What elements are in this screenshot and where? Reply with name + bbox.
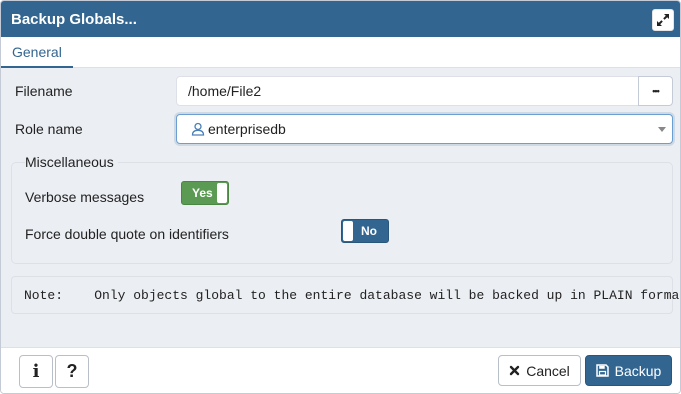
info-button[interactable]: i: [19, 355, 53, 388]
role-name-select[interactable]: enterprisedb: [176, 114, 673, 144]
dialog-titlebar[interactable]: Backup Globals...: [1, 1, 680, 37]
verbose-toggle-text: Yes: [192, 186, 213, 200]
cancel-button[interactable]: Cancel: [498, 355, 581, 386]
verbose-messages-label: Verbose messages: [25, 189, 145, 205]
browse-file-button[interactable]: •••: [638, 76, 673, 106]
dialog-content: Filename ••• Role name enterprisedb Misc…: [1, 68, 680, 347]
cancel-label: Cancel: [526, 362, 570, 379]
filename-input[interactable]: [176, 76, 639, 106]
dialog-footer: i ? Cancel Backup: [1, 347, 680, 393]
note-text: Note: Only objects global to the entire …: [24, 288, 681, 303]
help-button[interactable]: ?: [55, 355, 89, 388]
info-icon: i: [32, 361, 40, 382]
dialog-title: Backup Globals...: [11, 11, 137, 28]
maximize-button[interactable]: [652, 9, 674, 31]
floppy-disk-icon: [595, 364, 609, 377]
miscellaneous-legend: Miscellaneous: [25, 154, 118, 170]
ellipsis-icon: •••: [652, 86, 660, 96]
role-name-value: enterprisedb: [208, 121, 286, 137]
miscellaneous-fieldset: [11, 162, 673, 264]
force-double-quote-toggle[interactable]: No: [341, 219, 389, 243]
chevron-down-icon: [658, 127, 666, 132]
close-x-icon: [510, 365, 520, 376]
force-double-quote-label: Force double quote on identifiers: [25, 226, 229, 242]
filename-label: Filename: [15, 83, 73, 99]
backup-button[interactable]: Backup: [585, 355, 672, 386]
expand-arrows-icon: [657, 14, 669, 26]
tab-bar: General: [1, 37, 680, 68]
user-icon: [191, 122, 205, 136]
toggle-knob: [217, 183, 227, 203]
backup-globals-dialog: Backup Globals... General Filename ••• R…: [0, 0, 681, 394]
help-icon: ?: [66, 361, 78, 381]
role-name-label: Role name: [15, 121, 83, 137]
backup-label: Backup: [614, 362, 662, 379]
quote-toggle-text: No: [361, 224, 377, 238]
tab-general[interactable]: General: [1, 37, 73, 68]
verbose-messages-toggle[interactable]: Yes: [181, 181, 229, 205]
note-box: Note: Only objects global to the entire …: [11, 276, 680, 314]
toggle-knob: [343, 221, 353, 241]
